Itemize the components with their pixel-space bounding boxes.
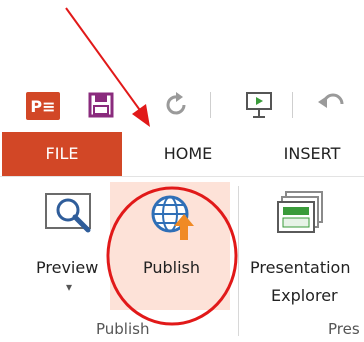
ribbon-group-separator xyxy=(238,186,239,336)
presentation-explorer-label-line1[interactable]: Presentation xyxy=(250,258,350,277)
publish-button-label[interactable]: Publish xyxy=(143,258,200,277)
group-label-publish: Publish xyxy=(96,320,150,338)
redo-icon[interactable] xyxy=(164,92,190,122)
undo-icon[interactable] xyxy=(318,92,348,122)
tab-home[interactable]: HOME xyxy=(140,132,236,176)
presentation-explorer-label-line2[interactable]: Explorer xyxy=(271,286,338,305)
app-logo-text: P≡ xyxy=(30,97,55,116)
slideshow-from-start-icon[interactable] xyxy=(244,90,274,124)
presentation-explorer-icon[interactable] xyxy=(276,190,326,244)
publish-globe-icon[interactable] xyxy=(150,192,198,246)
powerpoint-logo-icon: P≡ xyxy=(26,92,60,124)
tab-insert[interactable]: INSERT xyxy=(262,132,362,176)
toolbar-separator xyxy=(210,92,211,118)
tab-file[interactable]: FILE xyxy=(2,132,122,176)
preview-dropdown-icon[interactable]: ▾ xyxy=(66,280,72,294)
group-label-present: Pres xyxy=(328,320,360,338)
toolbar-separator xyxy=(292,92,293,118)
save-icon[interactable] xyxy=(88,92,114,122)
preview-icon[interactable] xyxy=(44,192,96,242)
preview-button-label[interactable]: Preview xyxy=(36,258,98,277)
annotation-arrow-head-icon xyxy=(132,104,150,127)
